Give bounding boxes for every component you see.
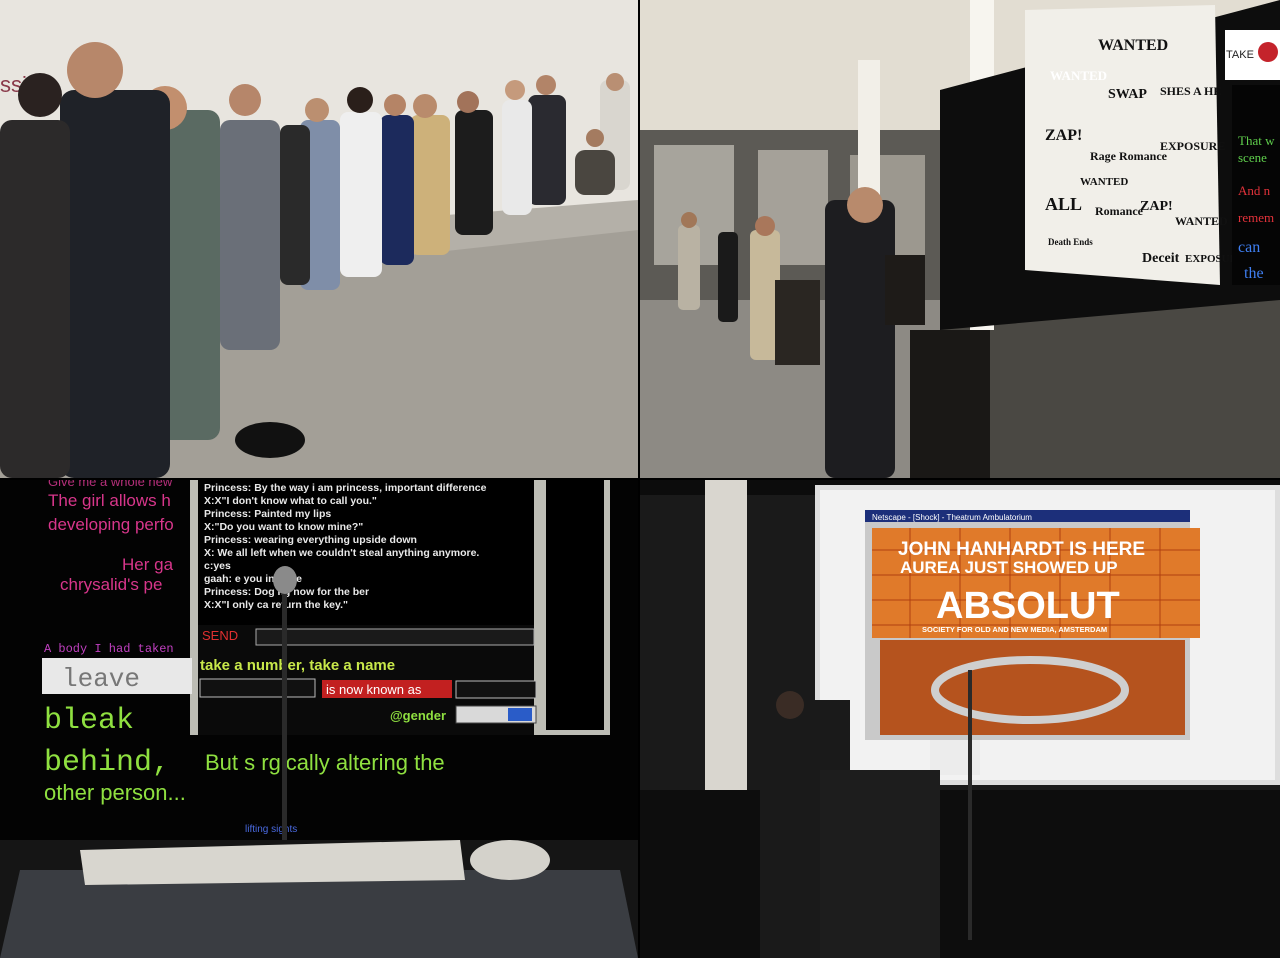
headline-2: AUREA JUST SHOWED UP (900, 558, 1118, 577)
chat-installation-scene: Give me a whole new The girl allows h de… (0, 480, 638, 958)
send-label: SEND (202, 628, 238, 643)
side-text: remem (1238, 210, 1274, 225)
speaker-scene: Netscape - [Shock] - Theatrum Ambulatori… (640, 480, 1280, 958)
bleak-word: bleak (44, 704, 134, 738)
sub-headline: SOCIETY FOR OLD AND NEW MEDIA, AMSTERDAM (922, 625, 1107, 634)
leave-word: leave (62, 664, 140, 694)
screen-word: WANTED (1080, 176, 1128, 188)
body-line: A body I had taken (44, 642, 174, 656)
side-text: can (1238, 239, 1260, 256)
take-logo-text: TAKE (1226, 49, 1254, 61)
photo-chat-installation: Give me a whole new The girl allows h de… (0, 480, 638, 958)
screen-word: Deceit (1142, 251, 1180, 266)
lecture-scene: WANTED WANTED SWAP SHES A HE ZAP! Rage R… (640, 0, 1280, 478)
screen-word: Death Ends (1048, 237, 1093, 247)
chat-line: X: We all left when we couldn't steal an… (204, 547, 479, 559)
behind-word: behind, (44, 746, 170, 780)
left-text: chrysalid's pe (60, 575, 162, 594)
side-text: And n (1238, 183, 1271, 198)
logo-icon (1258, 42, 1278, 62)
lectern (820, 770, 940, 958)
chat-line: X:"Do you want to know mine?" (204, 521, 363, 533)
screen-word: ZAP! (1045, 127, 1082, 144)
left-text: developing perfo (48, 515, 174, 534)
gender-label: @gender (390, 708, 446, 723)
new-name-input[interactable] (455, 680, 537, 699)
audience-scene: ssi (0, 0, 638, 478)
screen-word: WANTED (1098, 37, 1168, 54)
other-person-text: other person... (44, 780, 186, 805)
screen-word: EXPOSURE (1160, 139, 1225, 153)
chat-input[interactable] (255, 628, 535, 646)
side-text: scene (1238, 150, 1267, 165)
bottom-link[interactable]: lifting sights (245, 824, 297, 835)
now-known-label: is now known as (326, 682, 422, 697)
browser-title: Netscape - [Shock] - Theatrum Ambulatori… (872, 513, 1032, 522)
screen-word: SWAP (1108, 87, 1147, 102)
mouse[interactable] (470, 840, 550, 880)
left-text: The girl allows h (48, 491, 171, 510)
surgical-text: But s rgically altering the (205, 750, 445, 775)
screen-word: ALL (1045, 194, 1082, 214)
chat-line: Princess: Painted my lips (204, 508, 331, 520)
side-text: the (1244, 265, 1264, 282)
side-text: That w (1238, 133, 1275, 148)
microphone-icon (273, 566, 297, 594)
left-text: Give me a whole new (48, 480, 173, 489)
take-number-text: take a number, take a name (200, 657, 395, 674)
big-headline: ABSOLUT (936, 585, 1120, 627)
screen-word: ZAP! (1140, 199, 1173, 214)
screen-word: Rage Romance (1090, 149, 1168, 163)
photo-gallery-audience: ssi (0, 0, 638, 478)
chat-line: c:yes (204, 560, 231, 572)
chat-line: X:X"I only ca return the key." (204, 599, 348, 611)
screen-word: WANTED (1050, 68, 1107, 83)
chevron-down-icon (508, 708, 532, 721)
left-text: Her ga (122, 555, 174, 574)
screen-word: WANTED (1175, 214, 1228, 228)
screen-word: SHES A HE (1160, 84, 1221, 98)
screen-word: Romance (1095, 204, 1144, 218)
photo-collage: ssi WANTED WANTED SWAP SHES A HE ZAP! Ra… (0, 0, 1280, 958)
chat-line: Princess: By the way i am princess, impo… (204, 482, 487, 494)
headline-1: JOHN HANHARDT IS HERE (898, 539, 1145, 560)
chat-line: X:X"I don't know what to call you." (204, 495, 377, 507)
name-input[interactable] (199, 678, 316, 698)
photo-lecture-screen: WANTED WANTED SWAP SHES A HE ZAP! Rage R… (640, 0, 1280, 478)
chat-line: Princess: wearing everything upside down (204, 534, 417, 546)
photo-speaker-browser: Netscape - [Shock] - Theatrum Ambulatori… (640, 480, 1280, 958)
